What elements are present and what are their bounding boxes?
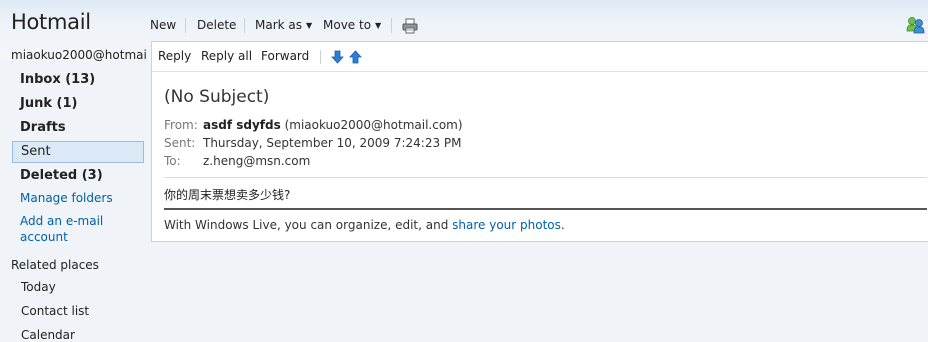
move-to-label: Move to — [323, 18, 372, 32]
recipient-email[interactable]: z.heng@msn.com — [203, 154, 310, 168]
move-to-menu[interactable]: Move to ▼ — [323, 18, 381, 32]
forward-button[interactable]: Forward — [261, 49, 309, 63]
sent-date: Thursday, September 10, 2009 7:24:23 PM — [203, 136, 462, 150]
account-email[interactable]: miaokuo2000@hotmail.com — [11, 48, 148, 62]
folder-inbox[interactable]: Inbox (13) — [20, 72, 95, 87]
chevron-down-icon: ▼ — [306, 21, 313, 30]
folder-junk[interactable]: Junk (1) — [20, 96, 77, 111]
folder-sent[interactable]: Sent — [12, 141, 144, 163]
folder-deleted[interactable]: Deleted (3) — [20, 168, 103, 183]
manage-folders-link[interactable]: Manage folders — [20, 191, 113, 205]
toolbar-divider — [244, 18, 245, 33]
body-divider — [164, 208, 927, 210]
from-field: asdf sdyfds (miaokuo2000@hotmail.com) — [203, 118, 463, 132]
toolbar-divider — [320, 50, 321, 64]
reply-button[interactable]: Reply — [158, 49, 191, 63]
from-label: From: — [164, 118, 198, 132]
related-today-link[interactable]: Today — [21, 280, 56, 294]
header-divider — [164, 177, 927, 178]
chevron-down-icon: ▼ — [375, 21, 382, 30]
to-label: To: — [164, 154, 181, 168]
share-photos-link[interactable]: share your photos — [452, 218, 561, 232]
related-contact-list-link[interactable]: Contact list — [21, 304, 89, 318]
sender-email: (miaokuo2000@hotmail.com) — [284, 118, 463, 132]
folder-drafts[interactable]: Drafts — [20, 120, 66, 135]
footer-end: . — [560, 218, 565, 232]
new-button[interactable]: New — [150, 18, 176, 32]
message-subject: (No Subject) — [164, 87, 270, 107]
mark-as-label: Mark as — [255, 18, 303, 32]
arrow-up-icon[interactable] — [349, 50, 363, 64]
arrow-down-icon[interactable] — [331, 50, 344, 64]
footer-text: With Windows Live, you can organize, edi… — [164, 218, 453, 232]
left-navigation: Hotmail miaokuo2000@hotmail.com Inbox (1… — [0, 0, 150, 342]
toolbar-divider — [185, 18, 186, 33]
message-body: 你的周末票想卖多少钱? — [164, 188, 291, 202]
print-icon[interactable] — [402, 18, 418, 34]
message-toolbar: Reply Reply all Forward — [152, 42, 928, 72]
message-footer: With Windows Live, you can organize, edi… — [164, 218, 565, 232]
message-reading-pane: Reply Reply all Forward (No Subject) Fro… — [151, 41, 928, 242]
sent-label: Sent: — [164, 136, 196, 150]
add-email-account-link[interactable]: Add an e-mail account — [20, 213, 130, 245]
app-title: Hotmail — [11, 10, 91, 34]
related-calendar-link[interactable]: Calendar — [21, 328, 75, 342]
related-places-heading: Related places — [11, 258, 99, 272]
toolbar-divider — [391, 18, 392, 33]
messenger-icon[interactable] — [906, 16, 926, 34]
delete-button[interactable]: Delete — [197, 18, 236, 32]
sender-name[interactable]: asdf sdyfds — [203, 118, 281, 132]
mark-as-menu[interactable]: Mark as ▼ — [255, 18, 312, 32]
reply-all-button[interactable]: Reply all — [201, 49, 252, 63]
message-navigation — [331, 49, 363, 68]
